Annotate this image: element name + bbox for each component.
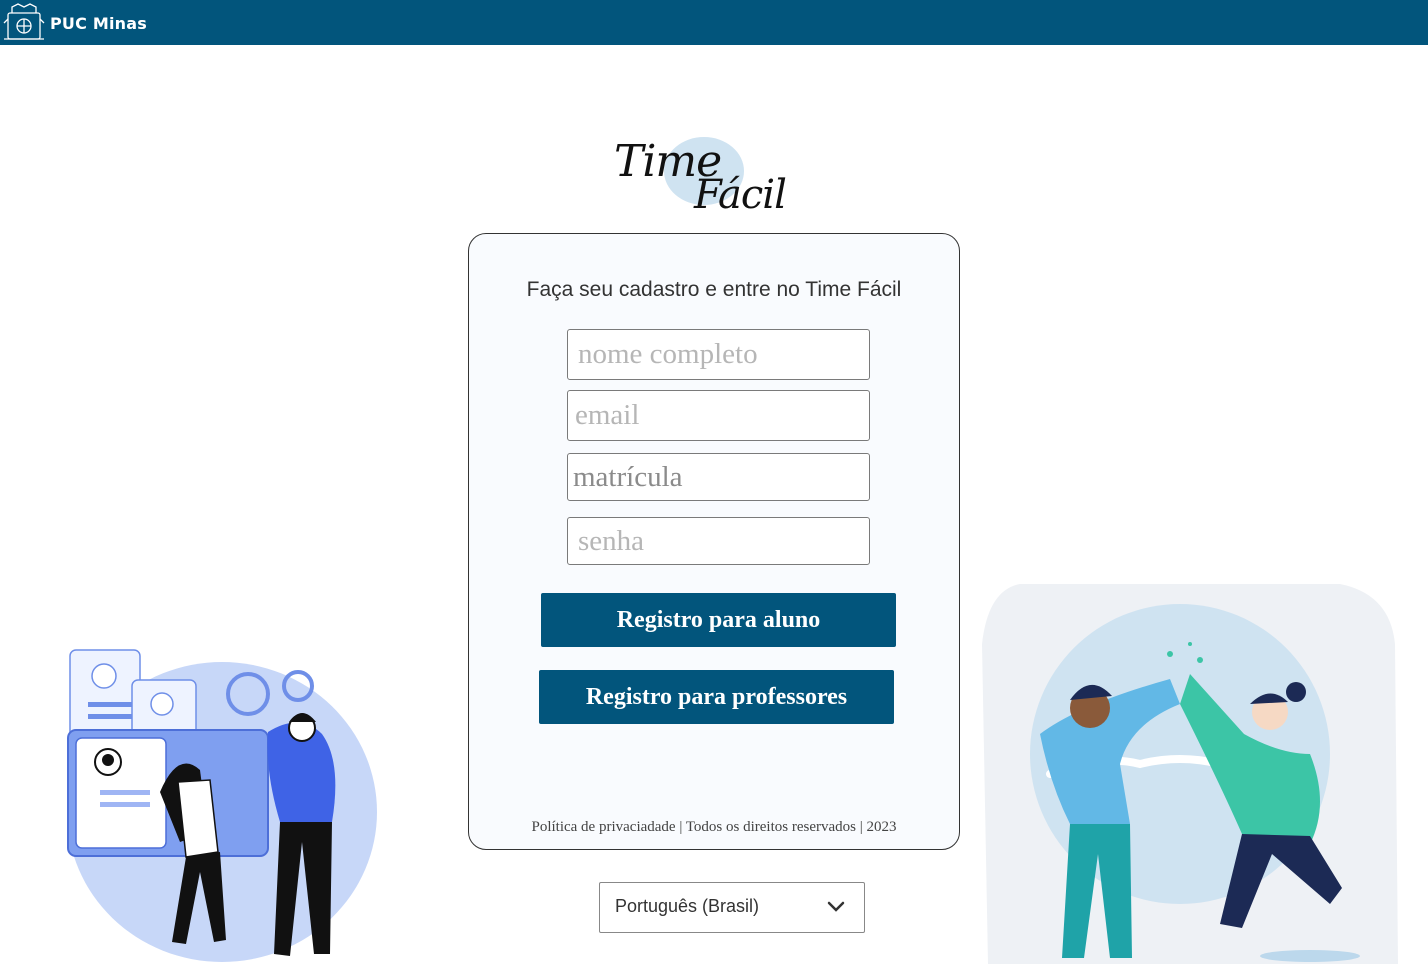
profile-selection-illustration	[67, 649, 377, 962]
time-facil-logo: Time Fácil	[606, 132, 796, 224]
logo-word-facil: Fácil	[694, 172, 787, 218]
language-selected: Português (Brasil)	[615, 896, 760, 916]
high-five-illustration	[982, 584, 1398, 964]
registration-card: Faça seu cadastro e entre no Time Fácil …	[468, 233, 960, 850]
footer-legal: Política de privaciadade | Todos os dire…	[531, 819, 897, 835]
chevron-down-icon	[827, 901, 845, 912]
register-student-button[interactable]: Registro para aluno	[541, 593, 896, 647]
form-title: Faça seu cadastro e entre no Time Fácil	[526, 278, 902, 301]
email-input[interactable]	[567, 390, 870, 441]
matricula-input[interactable]	[567, 453, 870, 501]
register-teacher-button[interactable]: Registro para professores	[539, 670, 894, 724]
brand-name[interactable]: PUC Minas	[50, 14, 147, 33]
puc-crest-icon[interactable]	[2, 1, 46, 41]
full-name-input[interactable]	[567, 329, 870, 380]
language-select[interactable]: Português (Brasil)	[599, 882, 865, 933]
password-input[interactable]	[567, 517, 870, 565]
top-header: PUC Minas	[0, 0, 1428, 45]
